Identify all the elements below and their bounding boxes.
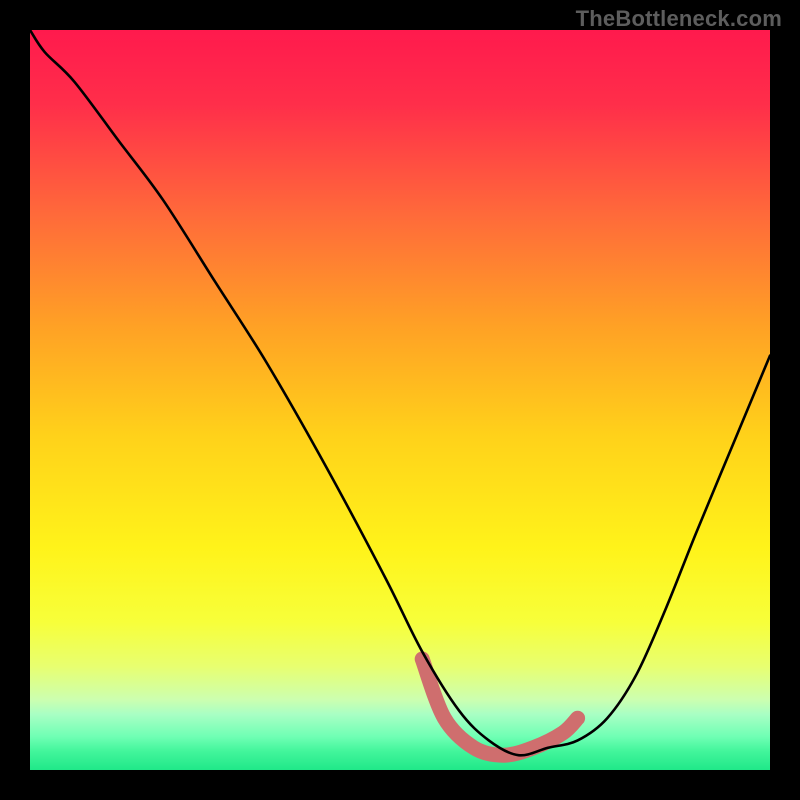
watermark-text: TheBottleneck.com bbox=[576, 6, 782, 32]
chart-curves bbox=[30, 30, 770, 770]
chart-frame: TheBottleneck.com bbox=[0, 0, 800, 800]
main-curve-line bbox=[30, 30, 770, 755]
plot-area bbox=[30, 30, 770, 770]
flat-highlight-line bbox=[422, 659, 577, 755]
